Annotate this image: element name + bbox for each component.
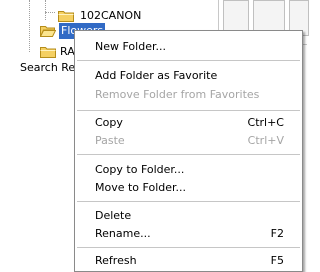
menu-item-label: Remove Folder from Favorites (95, 88, 260, 101)
menu-item-refresh[interactable]: Refresh F5 (75, 252, 302, 270)
tree-item-label: 102CANON (80, 9, 142, 22)
menu-item-label: Add Folder as Favorite (95, 69, 218, 82)
menu-separator (77, 201, 300, 202)
menu-item-shortcut: F2 (270, 227, 284, 240)
folder-icon (40, 46, 56, 58)
menu-item-shortcut: F5 (270, 254, 284, 267)
menu-item-remove-favorite[interactable]: Remove Folder from Favorites (75, 86, 302, 104)
tree-connector (29, 0, 30, 52)
menu-item-move-to-folder[interactable]: Move to Folder... (75, 179, 302, 197)
tree-item-search-results[interactable]: Search Res (20, 60, 81, 76)
tree-connector (45, 0, 46, 20)
menu-item-new-folder[interactable]: New Folder... (75, 38, 302, 56)
tree-item-label: Search Res (20, 61, 81, 74)
menu-item-paste[interactable]: Paste Ctrl+V (75, 132, 302, 150)
menu-item-shortcut: Ctrl+C (247, 116, 284, 129)
menu-item-copy-to-folder[interactable]: Copy to Folder... (75, 161, 302, 179)
menu-separator (77, 110, 300, 111)
menu-item-rename[interactable]: Rename... F2 (75, 225, 302, 243)
tree-connector (45, 12, 55, 13)
menu-item-label: Paste (95, 134, 125, 147)
menu-item-label: Copy to Folder... (95, 163, 185, 176)
menu-item-copy[interactable]: Copy Ctrl+C (75, 114, 302, 132)
menu-separator (77, 247, 300, 248)
folder-icon (58, 10, 74, 22)
menu-separator (77, 60, 300, 61)
tree-item-label: RA (60, 45, 75, 58)
menu-item-add-favorite[interactable]: Add Folder as Favorite (75, 67, 302, 85)
menu-item-label: Delete (95, 209, 132, 222)
menu-item-label: New Folder... (95, 40, 166, 53)
menu-item-shortcut: Ctrl+V (247, 134, 284, 147)
context-menu: New Folder... Add Folder as Favorite Rem… (74, 30, 303, 272)
menu-item-label: Copy (95, 116, 123, 129)
menu-item-label: Move to Folder... (95, 181, 187, 194)
menu-item-label: Refresh (95, 254, 137, 267)
menu-item-label: Rename... (95, 227, 151, 240)
folder-open-icon (40, 25, 56, 37)
menu-item-delete[interactable]: Delete (75, 207, 302, 225)
menu-separator (77, 154, 300, 155)
